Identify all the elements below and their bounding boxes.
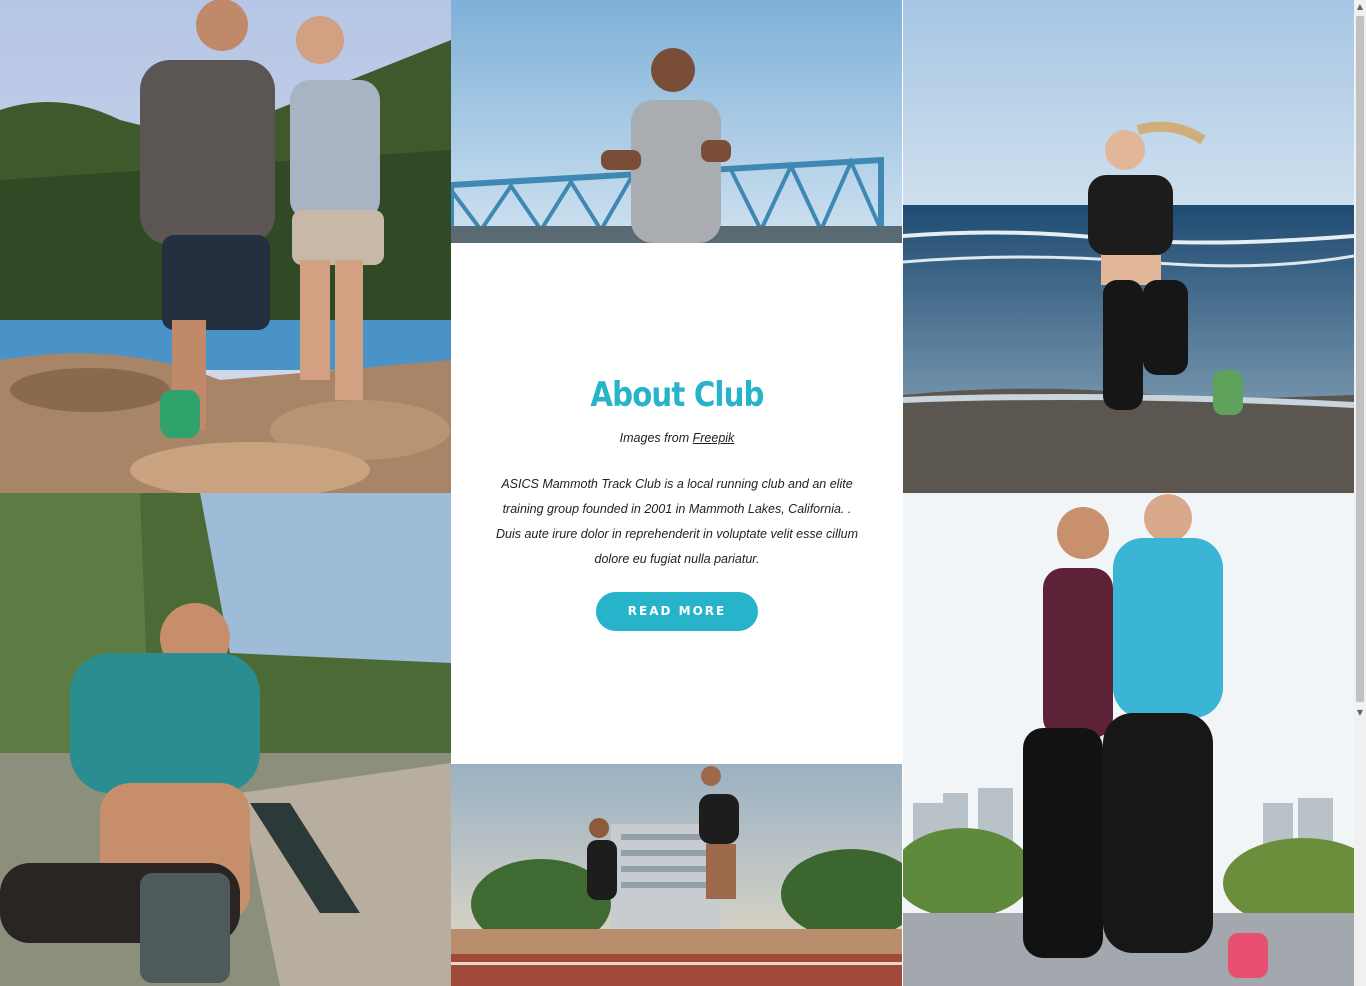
gallery-image-couple-lakeshore [0, 0, 451, 493]
about-title: About Club [590, 375, 764, 415]
scroll-up-icon[interactable]: ▲ [1354, 0, 1366, 14]
image-credit: Images from Freepik [451, 431, 903, 445]
read-more-button[interactable]: READ MORE [596, 592, 758, 631]
gallery-image-man-stretching [0, 493, 451, 986]
about-description: ASICS Mammoth Track Club is a local runn… [496, 477, 858, 566]
scrollbar-thumb[interactable] [1356, 16, 1364, 702]
vertical-scrollbar[interactable]: ▲ ▼ [1354, 0, 1366, 986]
gallery-image-woman-beach [903, 0, 1354, 493]
scroll-down-icon[interactable]: ▼ [1354, 706, 1366, 720]
gallery-image-man-bridge [451, 0, 902, 243]
credit-prefix: Images from [619, 431, 690, 445]
about-club-section: About Club Images from Freepik ASICS Mam… [451, 243, 903, 764]
gallery-image-couple-city [903, 493, 1354, 986]
gallery-image-athletes-track [451, 764, 902, 986]
freepik-link[interactable]: Freepik [693, 431, 735, 445]
